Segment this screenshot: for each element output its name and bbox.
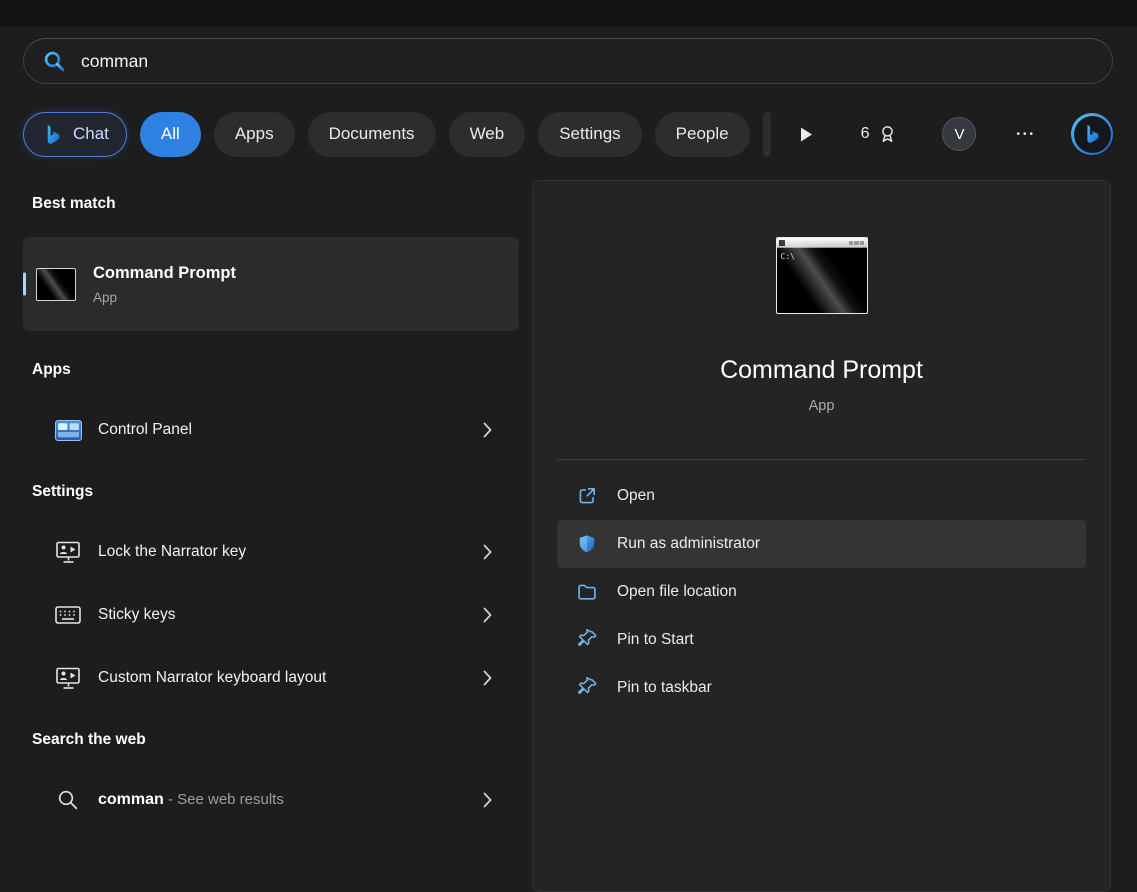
filter-bar: Chat All Apps Documents Web Settings Peo… [23,111,1113,157]
admin-shield-icon [576,533,598,555]
preview-panel: C:\ Command Prompt App Open [532,180,1111,892]
bing-logo-icon[interactable] [1071,113,1113,155]
preview-divider [558,459,1085,460]
search-bar[interactable] [23,38,1113,84]
chat-tab[interactable]: Chat [23,112,127,157]
pin-icon [576,677,598,699]
chevron-right-icon [483,422,492,438]
result-label: Sticky keys [98,606,176,624]
selection-indicator [23,273,26,296]
tab-people[interactable]: People [655,112,750,157]
result-control-panel[interactable]: Control Panel [23,405,519,455]
bing-chat-icon [41,123,64,146]
result-sticky-keys[interactable]: Sticky keys [23,590,519,640]
search-icon [43,50,66,73]
action-label: Pin to taskbar [617,679,712,697]
rewards-count: 6 [861,125,870,143]
tab-overflow-partial[interactable] [763,112,771,157]
settings-heading: Settings [23,483,519,501]
narrator-display-icon [54,541,82,564]
web-suffix-text: - See web results [164,791,284,808]
result-web-search[interactable]: comman - See web results [23,775,519,825]
filter-bar-right: 6 V ••• [784,113,1113,155]
preview-title: Command Prompt [533,356,1110,385]
show-more-tabs-icon[interactable] [800,127,813,142]
chevron-right-icon [483,544,492,560]
result-label: Lock the Narrator key [98,543,246,561]
result-label: Custom Narrator keyboard layout [98,669,326,687]
search-flyout: Chat All Apps Documents Web Settings Peo… [0,0,1137,892]
rewards-counter[interactable]: 6 [861,123,899,145]
result-label: Control Panel [98,421,192,439]
tab-settings[interactable]: Settings [538,112,641,157]
rewards-medal-icon [877,123,898,145]
folder-icon [576,581,598,603]
best-match-subtitle: App [93,290,236,305]
result-lock-narrator-key[interactable]: Lock the Narrator key [23,527,519,577]
tab-documents[interactable]: Documents [308,112,436,157]
narrator-display-icon [54,667,82,690]
tab-apps[interactable]: Apps [214,112,295,157]
chevron-right-icon [483,792,492,808]
action-label: Run as administrator [617,535,760,553]
apps-heading: Apps [23,361,519,379]
keyboard-icon [54,606,82,624]
preview-subtitle: App [533,398,1110,414]
action-label: Open file location [617,583,737,601]
action-pin-to-taskbar[interactable]: Pin to taskbar [557,664,1086,712]
bing-logo-inner [1074,116,1111,153]
more-options-icon[interactable]: ••• [1016,129,1036,140]
action-label: Open [617,487,655,505]
web-query-text: comman [98,791,164,808]
action-label: Pin to Start [617,631,694,649]
results-panel: Best match Command Prompt App Apps [23,180,519,825]
control-panel-icon [54,420,82,441]
action-list: Open Run as administrator [557,472,1086,712]
result-custom-narrator-layout[interactable]: Custom Narrator keyboard layout [23,653,519,703]
chevron-right-icon [483,670,492,686]
open-external-icon [576,485,598,507]
action-pin-to-start[interactable]: Pin to Start [557,616,1086,664]
command-prompt-icon-large: C:\ [776,237,868,314]
chat-tab-label: Chat [73,124,109,144]
search-input[interactable] [81,51,1093,72]
best-match-heading: Best match [23,180,519,213]
tab-all[interactable]: All [140,112,201,157]
user-avatar[interactable]: V [942,117,976,151]
best-match-item[interactable]: Command Prompt App [23,237,519,331]
command-prompt-icon [36,268,76,301]
chevron-right-icon [483,607,492,623]
search-the-web-heading: Search the web [23,731,519,749]
pin-icon [576,629,598,651]
action-open[interactable]: Open [557,472,1086,520]
action-open-file-location[interactable]: Open file location [557,568,1086,616]
tab-web[interactable]: Web [449,112,526,157]
search-outline-icon [54,789,82,811]
action-run-as-administrator[interactable]: Run as administrator [557,520,1086,568]
best-match-title: Command Prompt [93,264,236,283]
cmd-icon-text: C:\ [781,252,795,261]
